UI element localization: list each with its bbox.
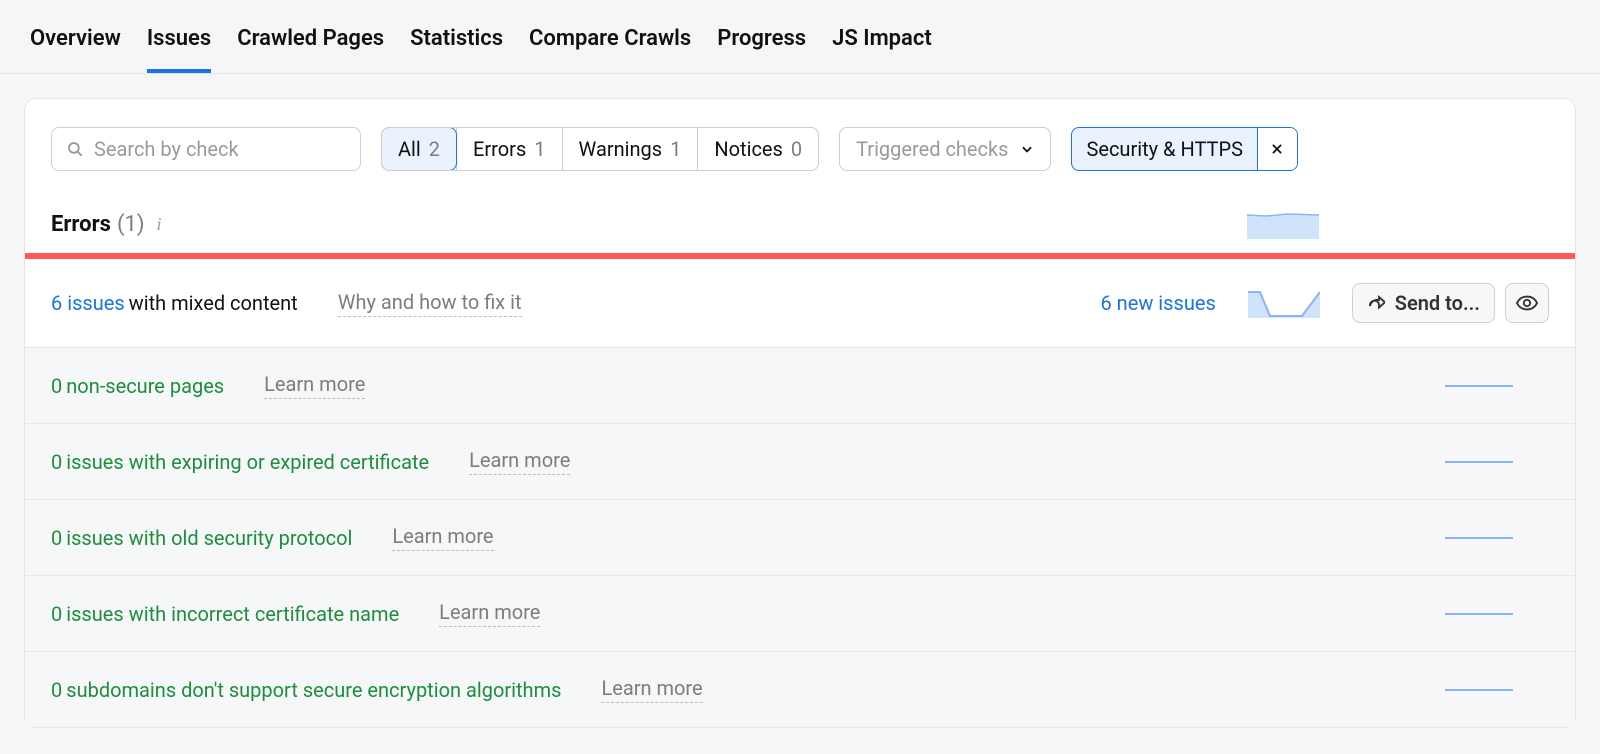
- search-box[interactable]: [51, 127, 361, 171]
- filter-notices[interactable]: Notices 0: [697, 128, 818, 170]
- row-sparkline-flat: [1445, 461, 1513, 463]
- top-tabs: Overview Issues Crawled Pages Statistics…: [0, 0, 1600, 74]
- errors-section-header: Errors (1) i: [25, 187, 1575, 253]
- row-sparkline-flat: [1445, 385, 1513, 387]
- search-icon: [66, 140, 84, 158]
- issue-row-nonsecure-pages: 0 non-secure pages Learn more: [25, 348, 1575, 424]
- tab-progress[interactable]: Progress: [717, 10, 806, 73]
- filter-label: All: [398, 137, 421, 161]
- issue-row-mixed-content: 6 issues with mixed content Why and how …: [25, 259, 1575, 348]
- issue-description: subdomains don't support secure encrypti…: [66, 678, 561, 702]
- visibility-button[interactable]: [1505, 283, 1549, 323]
- filter-label: Notices: [714, 137, 782, 161]
- filter-count: 1: [670, 137, 681, 161]
- new-issues-link[interactable]: 6 new issues: [1100, 291, 1215, 315]
- learn-more-link[interactable]: Learn more: [392, 524, 493, 551]
- filter-label: Warnings: [579, 137, 663, 161]
- row-sparkline-flat: [1445, 613, 1513, 615]
- issue-count-link[interactable]: 0: [51, 678, 62, 702]
- tab-issues[interactable]: Issues: [147, 10, 211, 73]
- filter-count: 1: [534, 137, 545, 161]
- issues-card: All 2 Errors 1 Warnings 1 Notices 0 Trig…: [24, 98, 1576, 728]
- send-icon: [1367, 295, 1385, 311]
- learn-more-link[interactable]: Learn more: [264, 372, 365, 399]
- issue-row-expiring-certificate: 0 issues with expiring or expired certif…: [25, 424, 1575, 500]
- tab-js-impact[interactable]: JS Impact: [832, 10, 932, 73]
- issue-description: issues with incorrect certificate name: [66, 602, 399, 626]
- search-input[interactable]: [94, 137, 348, 161]
- applied-filter-label[interactable]: Security & HTTPS: [1072, 128, 1256, 170]
- info-icon[interactable]: i: [157, 214, 162, 235]
- issue-description: issues with expiring or expired certific…: [66, 450, 429, 474]
- issue-row-incorrect-cert-name: 0 issues with incorrect certificate name…: [25, 576, 1575, 652]
- triggered-checks-dropdown[interactable]: Triggered checks: [839, 127, 1051, 171]
- learn-more-link[interactable]: Learn more: [439, 600, 540, 627]
- filter-count: 2: [429, 137, 440, 161]
- tab-statistics[interactable]: Statistics: [410, 10, 503, 73]
- chevron-down-icon: [1020, 142, 1034, 156]
- filter-warnings[interactable]: Warnings 1: [562, 128, 698, 170]
- filter-all[interactable]: All 2: [381, 127, 457, 171]
- issue-count-link[interactable]: 0: [51, 374, 62, 398]
- filter-errors[interactable]: Errors 1: [456, 128, 561, 170]
- section-title: Errors: [51, 212, 111, 237]
- tab-compare-crawls[interactable]: Compare Crawls: [529, 10, 691, 73]
- close-icon: [1270, 142, 1284, 156]
- learn-more-link[interactable]: Learn more: [469, 448, 570, 475]
- filter-group: All 2 Errors 1 Warnings 1 Notices 0: [381, 127, 819, 171]
- issue-row-old-protocol: 0 issues with old security protocol Lear…: [25, 500, 1575, 576]
- issue-count-link[interactable]: 0: [51, 526, 62, 550]
- dropdown-label: Triggered checks: [856, 137, 1008, 161]
- issue-count-link[interactable]: 6 issues: [51, 291, 125, 315]
- issue-row-subdomains-encryption: 0 subdomains don't support secure encryp…: [25, 652, 1575, 727]
- tab-overview[interactable]: Overview: [30, 10, 121, 73]
- tab-crawled-pages[interactable]: Crawled Pages: [237, 10, 384, 73]
- applied-filter-chip: Security & HTTPS: [1071, 127, 1297, 171]
- section-sparkline: [1247, 209, 1319, 239]
- issue-count-link[interactable]: 0: [51, 602, 62, 626]
- row-sparkline: [1248, 288, 1320, 318]
- issue-description: issues with old security protocol: [66, 526, 352, 550]
- applied-filter-remove[interactable]: [1257, 128, 1297, 170]
- issue-description: with mixed content: [129, 291, 298, 315]
- issue-description: non-secure pages: [66, 374, 224, 398]
- issues-toolbar: All 2 Errors 1 Warnings 1 Notices 0 Trig…: [25, 99, 1575, 187]
- filter-count: 0: [791, 137, 802, 161]
- learn-more-link[interactable]: Learn more: [601, 676, 702, 703]
- send-to-label: Send to...: [1395, 291, 1480, 315]
- why-and-how-link[interactable]: Why and how to fix it: [338, 290, 522, 317]
- section-count: (1): [117, 212, 145, 237]
- eye-icon: [1516, 295, 1538, 311]
- send-to-button[interactable]: Send to...: [1352, 283, 1495, 323]
- issue-count-link[interactable]: 0: [51, 450, 62, 474]
- filter-label: Errors: [473, 137, 526, 161]
- row-sparkline-flat: [1445, 689, 1513, 691]
- row-sparkline-flat: [1445, 537, 1513, 539]
